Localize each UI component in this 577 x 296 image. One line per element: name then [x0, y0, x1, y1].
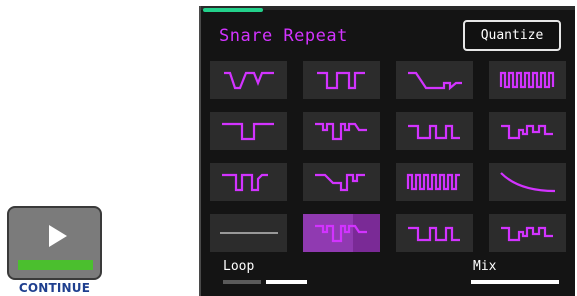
pattern-cell-13[interactable] [210, 214, 287, 252]
loop-slider-active [266, 280, 307, 284]
waveform-icon [408, 226, 460, 242]
waveform-icon [315, 224, 367, 243]
continue-progress-bar [18, 260, 93, 270]
pattern-cell-2[interactable] [303, 61, 380, 99]
loop-label: Loop [223, 259, 255, 274]
pattern-cell-12[interactable] [489, 163, 566, 201]
waveform-icon [406, 173, 460, 191]
pattern-cell-7[interactable] [396, 112, 473, 150]
continue-label: CONTINUE [18, 281, 91, 295]
flat-line-icon [220, 232, 278, 234]
snare-repeat-device: Snare Repeat Quantize Loop Mix [199, 6, 575, 296]
pattern-cell-9[interactable] [210, 163, 287, 201]
decay-curve-icon [500, 172, 556, 193]
play-icon [49, 225, 67, 247]
waveform-icon [501, 226, 553, 242]
loop-slider-inactive [223, 280, 261, 284]
continue-button[interactable] [7, 206, 102, 280]
pattern-grid [210, 61, 566, 252]
pattern-cell-3[interactable] [396, 61, 473, 99]
waveform-icon [315, 122, 367, 141]
waveform-icon [222, 173, 268, 192]
quantize-button[interactable]: Quantize [463, 20, 561, 51]
pattern-cell-11[interactable] [396, 163, 473, 201]
waveform-icon [501, 124, 553, 140]
waveform-icon [317, 71, 365, 90]
waveform-icon [224, 71, 274, 90]
waveform-icon [315, 173, 365, 192]
pattern-cell-14[interactable] [303, 214, 380, 252]
pattern-cell-10[interactable] [303, 163, 380, 201]
waveform-icon [408, 71, 462, 91]
loop-slider[interactable] [223, 280, 307, 284]
pattern-cell-4[interactable] [489, 61, 566, 99]
waveform-icon [408, 124, 460, 140]
waveform-icon [499, 71, 555, 89]
pattern-cell-15[interactable] [396, 214, 473, 252]
pattern-cell-5[interactable] [210, 112, 287, 150]
device-title: Snare Repeat [219, 26, 348, 46]
pattern-cell-16[interactable] [489, 214, 566, 252]
waveform-icon [222, 122, 274, 141]
progress-fill [203, 8, 263, 12]
pattern-cell-6[interactable] [303, 112, 380, 150]
mix-slider[interactable] [471, 280, 559, 284]
pattern-cell-8[interactable] [489, 112, 566, 150]
mix-label: Mix [473, 259, 497, 274]
pattern-cell-1[interactable] [210, 61, 287, 99]
